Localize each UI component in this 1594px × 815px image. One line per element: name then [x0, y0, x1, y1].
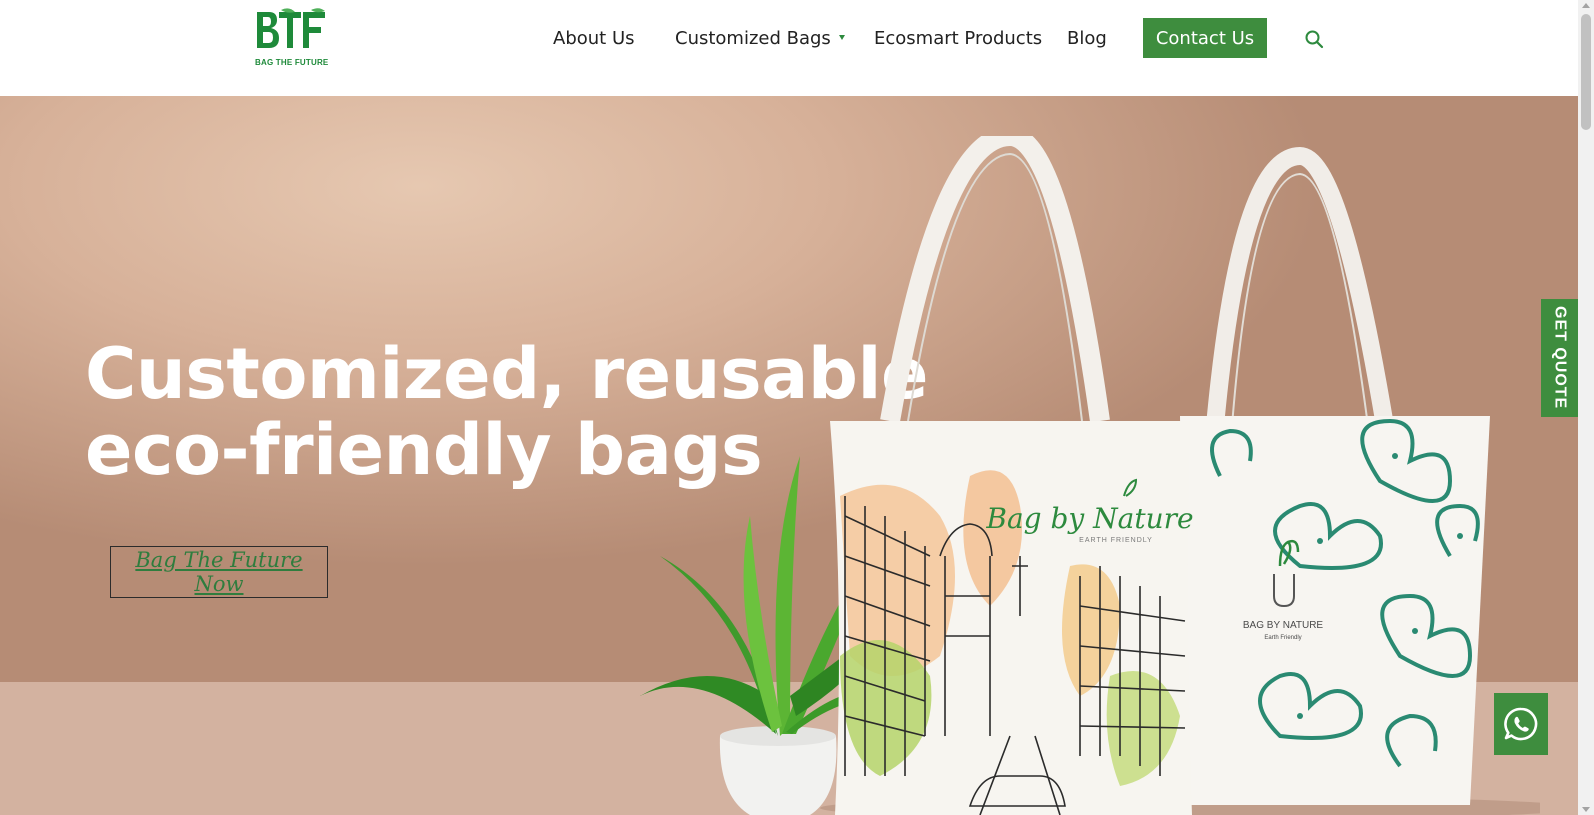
search-icon[interactable] [1304, 29, 1324, 49]
contact-us-button[interactable]: Contact Us [1143, 18, 1267, 58]
site-header: BAG THE FUTURE About Us Customized Bags … [0, 0, 1578, 96]
hero-banner: Customized, reusable eco-friendly bags B… [0, 96, 1578, 815]
scroll-down-arrow-icon[interactable] [1582, 807, 1590, 812]
logo-tagline: BAG THE FUTURE [255, 58, 329, 67]
nav-item-about-us[interactable]: About Us [553, 0, 635, 76]
nav-item-ecosmart-products[interactable]: Ecosmart Products [874, 0, 1042, 76]
bag-right-print-sub: Earth Friendly [1264, 635, 1301, 641]
bag-left-print-label: Bag by Nature [985, 502, 1193, 535]
get-quote-tab[interactable]: GET QUOTE [1541, 299, 1578, 417]
tote-bag-left-image: Bag by Nature EARTH FRIENDLY [830, 136, 1194, 815]
bag-the-future-now-button[interactable]: Bag The Future Now [110, 546, 328, 598]
nav-item-customized-bags[interactable]: Customized Bags [675, 0, 845, 76]
nav-item-blog[interactable]: Blog [1067, 0, 1107, 76]
whatsapp-icon [1504, 707, 1538, 741]
tote-bag-right-image: BAG BY NATURE Earth Friendly [1180, 146, 1490, 805]
btf-logo-mark [257, 8, 325, 48]
site-logo[interactable]: BAG THE FUTURE [255, 8, 335, 68]
nav-link-customized-bags[interactable]: Customized Bags [675, 28, 831, 49]
scroll-up-arrow-icon[interactable] [1582, 3, 1590, 8]
bag-left-print-sub: EARTH FRIENDLY [1079, 537, 1153, 544]
nav-link-blog[interactable]: Blog [1067, 28, 1107, 49]
scrollbar-thumb[interactable] [1581, 14, 1591, 130]
nav-link-ecosmart-products[interactable]: Ecosmart Products [874, 28, 1042, 49]
page-scrollbar[interactable] [1578, 0, 1594, 815]
dropdown-caret-icon[interactable] [838, 34, 845, 40]
nav-link-about-us[interactable]: About Us [553, 28, 635, 49]
get-quote-label: GET QUOTE [1551, 306, 1569, 410]
bag-right-print-label: BAG BY NATURE [1243, 620, 1324, 631]
hero-product-image: BAG BY NATURE Earth Friendly Bag by Natu… [640, 136, 1540, 815]
whatsapp-button[interactable] [1494, 693, 1548, 755]
